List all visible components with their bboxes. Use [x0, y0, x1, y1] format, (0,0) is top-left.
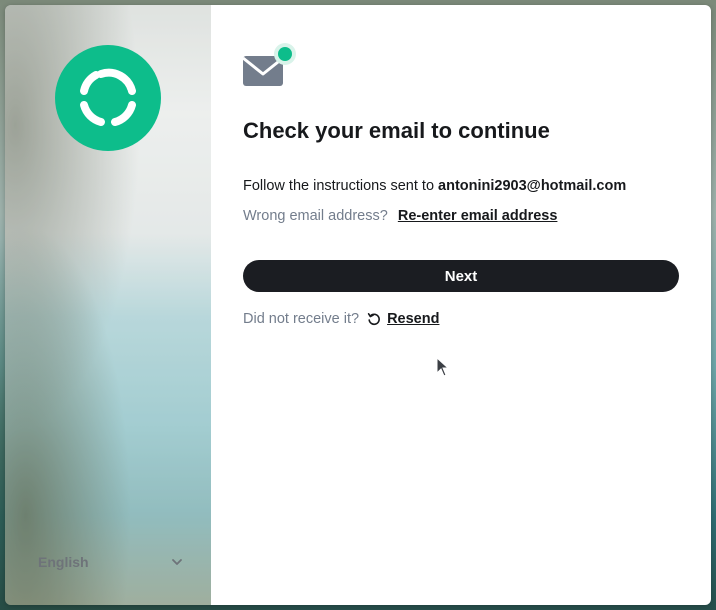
- instructions-prefix: Follow the instructions sent to: [243, 178, 435, 194]
- wrong-email-text: Wrong email address?: [243, 208, 388, 224]
- reenter-email-link[interactable]: Re-enter email address: [398, 208, 558, 224]
- next-button[interactable]: Next: [243, 260, 679, 292]
- element-logo-icon: [55, 45, 161, 151]
- side-panel: English: [5, 5, 211, 605]
- instructions-text: Follow the instructions sent to antonini…: [243, 178, 626, 194]
- mouse-cursor-icon: [436, 357, 450, 377]
- resend-button[interactable]: Resend: [367, 311, 439, 327]
- not-received-text: Did not receive it?: [243, 311, 360, 327]
- resend-row: Did not receive it? Resend: [243, 311, 439, 327]
- main-panel: Check your email to continue Follow the …: [211, 5, 711, 605]
- login-dialog: English Check your email to continue Fol…: [5, 5, 711, 605]
- language-label: English: [38, 554, 89, 570]
- refresh-icon: [367, 313, 380, 326]
- page-title: Check your email to continue: [243, 118, 550, 143]
- resend-label: Resend: [387, 311, 440, 327]
- chevron-down-icon: [172, 559, 182, 565]
- mail-notification-icon: [243, 43, 296, 86]
- email-address: antonini2903@hotmail.com: [438, 178, 627, 194]
- wrong-email-row: Wrong email address? Re-enter email addr…: [243, 208, 557, 224]
- language-selector[interactable]: English: [38, 552, 183, 572]
